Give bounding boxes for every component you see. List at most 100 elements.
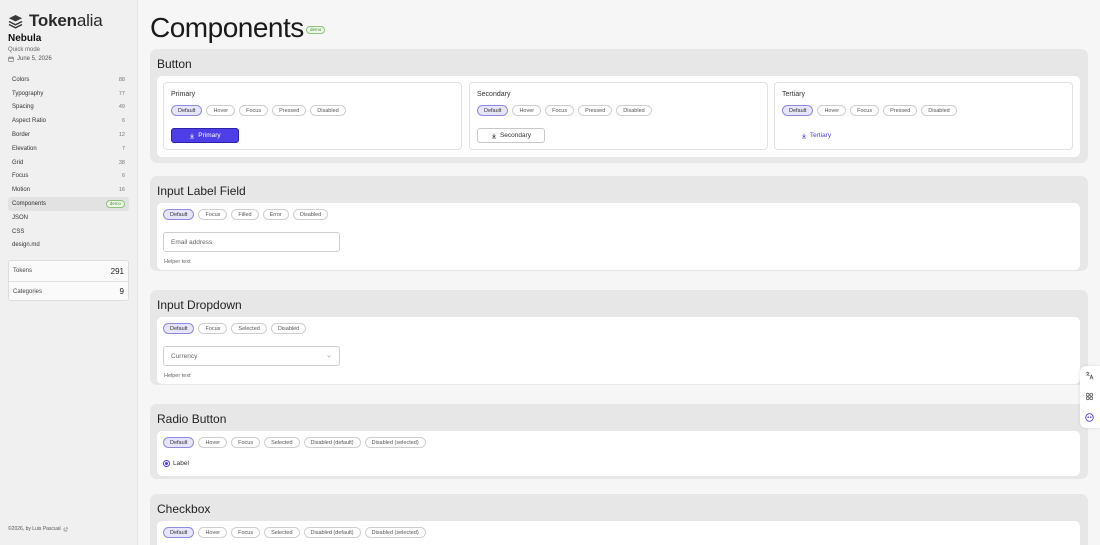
section-title: Button [157,57,192,71]
section-title: Checkbox [157,502,211,516]
email-field[interactable]: Email address [163,232,340,252]
sidebar-item-label: Aspect Ratio [12,118,47,125]
field-placeholder: Email address [171,238,213,246]
helper-text: Helper text [164,259,191,265]
sidebar-item-spacing[interactable]: Spacing 49 [8,101,129,115]
state-chip-hover[interactable]: Hover [198,527,228,538]
state-chips: Default Hover Focus Selected Disabled (d… [163,437,426,448]
tertiary-button[interactable]: Tertiary [782,128,850,143]
sidebar-item-focus[interactable]: Focus 6 [8,170,129,184]
state-chip-selected[interactable]: Selected [231,323,267,334]
button-section: Button Primary Default Hover Focus Press… [150,49,1088,163]
sidebar-item-label: Motion [12,187,31,194]
primary-button[interactable]: Primary [171,128,239,143]
sidebar-item-aspect-ratio[interactable]: Aspect Ratio 6 [8,114,129,128]
state-chip-default[interactable]: Default [163,527,195,538]
sidebar-item-label: CSS [12,228,25,235]
sidebar-item-count: 6 [121,118,125,125]
state-chip-default[interactable]: Default [163,209,195,220]
state-chip-disabled-selected[interactable]: Disabled (selected) [364,437,426,448]
currency-dropdown[interactable]: Currency [163,346,340,366]
state-chip-disabled[interactable]: Disabled [310,105,346,116]
radio-panel: Default Hover Focus Selected Disabled (d… [157,431,1080,476]
sidebar-item-border[interactable]: Border 12 [8,128,129,142]
state-chip-default[interactable]: Default [782,105,814,116]
sidebar-item-motion[interactable]: Motion 16 [8,183,129,197]
state-chip-hover[interactable]: Hover [198,437,228,448]
assistant-button[interactable] [1084,412,1095,423]
state-chip-disabled[interactable]: Disabled [616,105,652,116]
state-chip-filled[interactable]: Filled [231,209,259,220]
state-chip-disabled-default[interactable]: Disabled (default) [303,437,361,448]
button-panel: Primary Default Hover Focus Pressed Disa… [157,76,1080,157]
state-chip-default[interactable]: Default [171,105,203,116]
state-chip-hover[interactable]: Hover [206,105,236,116]
sidebar-item-label: Components [12,201,47,208]
sidebar-item-json[interactable]: JSON [8,211,129,225]
state-chip-focus[interactable]: Focus [231,527,261,538]
sidebar-item-count: 49 [118,104,125,111]
state-chip-disabled[interactable]: Disabled [921,105,957,116]
state-chip-disabled-selected[interactable]: Disabled (selected) [364,527,426,538]
state-chip-selected[interactable]: Selected [264,527,300,538]
state-chip-hover[interactable]: Hover [817,105,847,116]
sidebar-item-css[interactable]: CSS [8,225,129,239]
radio-button[interactable] [163,460,170,467]
sidebar-item-count: 12 [118,132,125,139]
sidebar-item-design-md[interactable]: design.md [8,239,129,253]
sidebar-item-typography[interactable]: Typography 77 [8,87,129,101]
primary-variant-card: Primary Default Hover Focus Pressed Disa… [163,82,462,150]
stat-label: Tokens [13,268,33,274]
button-label: Tertiary [809,132,832,139]
stats-card: Tokens 291 Categories 9 [8,260,129,301]
sidebar-item-count: 77 [118,90,125,97]
sidebar-item-colors[interactable]: Colors 88 [8,73,129,87]
input-label-panel: Default Focus Filled Error Disabled Emai… [157,203,1080,270]
state-chip-focus[interactable]: Focus [231,437,261,448]
state-chip-disabled[interactable]: Disabled [270,323,307,334]
state-chip-focus[interactable]: Focus [239,105,269,116]
logo[interactable]: Tokenalia [8,11,103,31]
chevron-down-icon [327,355,331,358]
state-chip-focus[interactable]: Focus [545,105,575,116]
assistant-icon [1085,413,1094,422]
section-title: Input Dropdown [157,298,242,312]
state-chip-pressed[interactable]: Pressed [883,105,918,116]
input-dropdown-panel: Default Focus Selected Disabled Currency… [157,317,1080,384]
sidebar-item-count: 7 [121,145,125,152]
state-chip-default[interactable]: Default [163,437,195,448]
sidebar-item-label: design.md [12,242,40,249]
sidebar-item-grid[interactable]: Grid 38 [8,156,129,170]
download-icon [801,133,806,138]
secondary-button[interactable]: Secondary [477,128,545,143]
sidebar-item-elevation[interactable]: Elevation 7 [8,142,129,156]
floating-toolbar [1080,366,1100,428]
apps-button[interactable] [1084,391,1095,402]
checkbox-section: Checkbox Default Hover Focus Selected Di… [150,494,1088,545]
radio-section: Radio Button Default Hover Focus Selecte… [150,404,1088,479]
state-chip-disabled-default[interactable]: Disabled (default) [303,527,361,538]
sidebar-nav: Colors 88 Typography 77 Spacing 49 Aspect R… [8,73,129,252]
sidebar-item-components[interactable]: Components demo [8,197,129,211]
section-title: Radio Button [157,412,227,426]
state-chip-error[interactable]: Error [262,209,289,220]
radio-option[interactable]: Label [163,460,189,467]
grid-icon [1085,392,1094,401]
sidebar-item-label: Colors [12,76,30,83]
state-chip-default[interactable]: Default [477,105,509,116]
footer-text: ©2026, by Luis Pascual [8,526,61,532]
state-chip-focus[interactable]: Focus [198,209,228,220]
state-chip-focus[interactable]: Focus [850,105,880,116]
state-chip-pressed[interactable]: Pressed [578,105,613,116]
date-text: June 5, 2026 [17,56,52,62]
state-chip-selected[interactable]: Selected [264,437,300,448]
state-chip-default[interactable]: Default [163,323,195,334]
secondary-variant-card: Secondary Default Hover Focus Pressed Di… [469,82,768,150]
state-chip-focus[interactable]: Focus [198,323,228,334]
state-chip-disabled[interactable]: Disabled [292,209,329,220]
demo-badge: demo [306,26,326,34]
translate-button[interactable] [1084,370,1095,381]
state-chip-hover[interactable]: Hover [512,105,542,116]
footer-credit[interactable]: ©2026, by Luis Pascual [8,526,68,532]
state-chip-pressed[interactable]: Pressed [272,105,307,116]
